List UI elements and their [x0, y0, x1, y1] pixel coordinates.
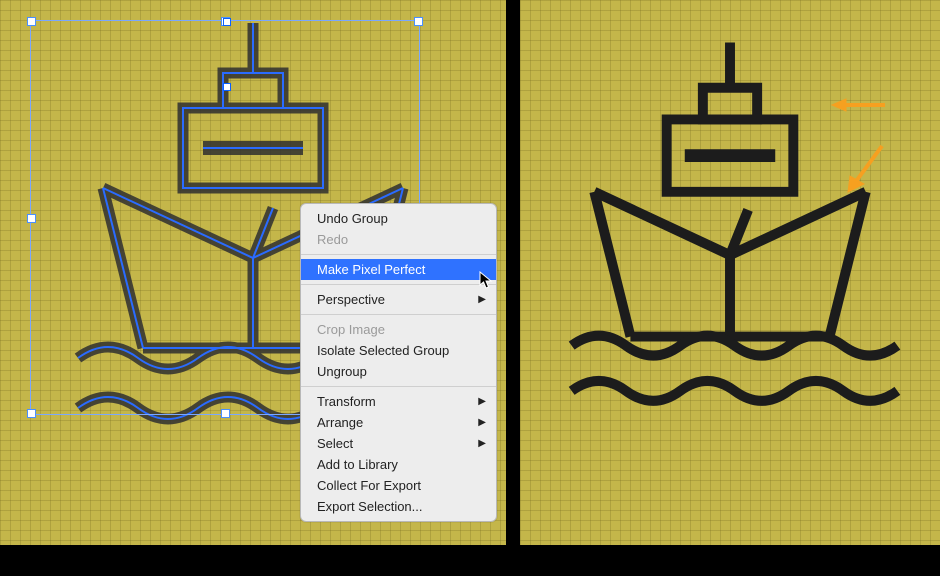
menu-item-add-to-library[interactable]: Add to Library	[301, 454, 496, 475]
menu-item-label: Select	[317, 436, 353, 451]
chevron-right-icon: ▶	[478, 414, 486, 431]
menu-item-isolate-selected-group[interactable]: Isolate Selected Group	[301, 340, 496, 361]
chevron-right-icon: ▶	[478, 435, 486, 452]
path-anchor[interactable]	[223, 83, 231, 91]
menu-item-collect-for-export[interactable]: Collect For Export	[301, 475, 496, 496]
resize-handle-sw[interactable]	[27, 409, 36, 418]
menu-item-transform[interactable]: Transform ▶	[301, 391, 496, 412]
path-anchor[interactable]	[223, 18, 231, 26]
comparison-stage: Undo Group Redo Make Pixel Perfect Persp…	[0, 0, 940, 576]
menu-separator	[301, 254, 496, 255]
menu-item-make-pixel-perfect[interactable]: Make Pixel Perfect	[301, 259, 496, 280]
right-canvas[interactable]	[520, 0, 940, 545]
resize-handle-w[interactable]	[27, 214, 36, 223]
menu-item-label: Transform	[317, 394, 376, 409]
menu-item-export-selection[interactable]: Export Selection...	[301, 496, 496, 517]
menu-item-label: Arrange	[317, 415, 363, 430]
chevron-right-icon: ▶	[478, 393, 486, 410]
menu-item-perspective[interactable]: Perspective ▶	[301, 289, 496, 310]
menu-item-undo-group[interactable]: Undo Group	[301, 208, 496, 229]
chevron-right-icon: ▶	[478, 291, 486, 308]
resize-handle-s[interactable]	[221, 409, 230, 418]
annotation-arrow-icon	[840, 140, 890, 200]
annotation-arrow-icon	[830, 95, 890, 115]
menu-separator	[301, 284, 496, 285]
menu-item-label: Perspective	[317, 292, 385, 307]
menu-item-arrange[interactable]: Arrange ▶	[301, 412, 496, 433]
context-menu[interactable]: Undo Group Redo Make Pixel Perfect Persp…	[300, 203, 497, 522]
menu-separator	[301, 314, 496, 315]
menu-item-redo: Redo	[301, 229, 496, 250]
resize-handle-ne[interactable]	[414, 17, 423, 26]
menu-item-select[interactable]: Select ▶	[301, 433, 496, 454]
ship-artwork-result	[540, 8, 920, 448]
resize-handle-nw[interactable]	[27, 17, 36, 26]
menu-separator	[301, 386, 496, 387]
menu-item-crop-image: Crop Image	[301, 319, 496, 340]
menu-item-ungroup[interactable]: Ungroup	[301, 361, 496, 382]
